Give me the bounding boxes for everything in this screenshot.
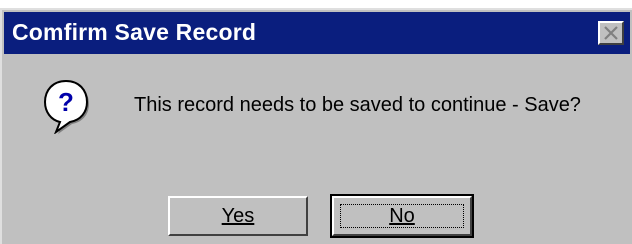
close-button[interactable]: [598, 21, 624, 45]
title-bar: Comfirm Save Record: [4, 12, 630, 54]
confirm-dialog: Comfirm Save Record ? This record needs …: [0, 8, 632, 244]
dialog-message: This record needs to be saved to continu…: [134, 94, 581, 116]
question-icon: ?: [43, 79, 89, 134]
close-icon: [604, 26, 618, 40]
dialog-title: Comfirm Save Record: [12, 19, 257, 45]
no-button-label: No: [389, 204, 415, 227]
svg-text:?: ?: [58, 87, 74, 117]
yes-button-label: Yes: [221, 204, 255, 227]
yes-button[interactable]: Yes: [168, 196, 308, 236]
no-button[interactable]: No: [330, 194, 474, 238]
